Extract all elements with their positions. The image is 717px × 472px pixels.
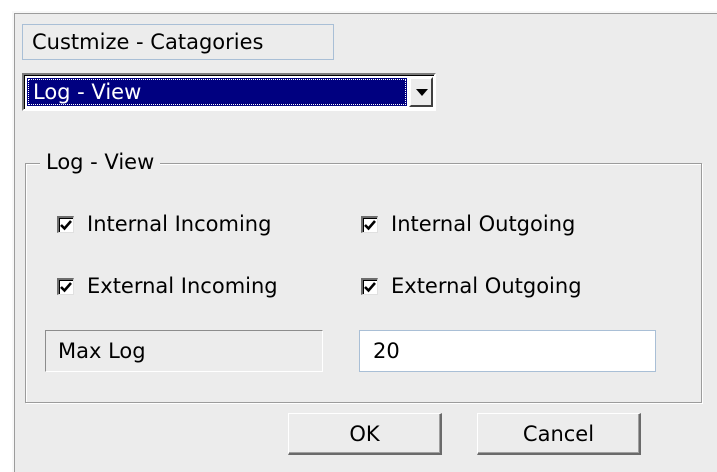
checkmark-icon [364, 281, 376, 292]
checkbox-label: External Incoming [87, 274, 278, 298]
cancel-button[interactable]: Cancel [477, 413, 641, 455]
checkbox-box[interactable] [57, 215, 74, 233]
dropdown-button[interactable] [409, 77, 433, 107]
checkmark-icon [60, 219, 72, 230]
max-log-label: Max Log [45, 330, 323, 372]
internal-incoming-checkbox[interactable]: Internal Incoming [57, 212, 271, 236]
dialog-title: Custmize - Catagories [22, 24, 334, 60]
checkbox-label: Internal Incoming [87, 212, 272, 236]
category-select[interactable]: Log - View [22, 73, 436, 111]
checkbox-label: External Outgoing [391, 274, 582, 298]
chevron-down-icon [416, 89, 428, 96]
external-outgoing-checkbox[interactable]: External Outgoing [361, 274, 582, 298]
checkmark-icon [364, 219, 376, 230]
checkmark-icon [60, 281, 72, 292]
group-legend: Log - View [40, 148, 161, 176]
checkbox-box[interactable] [361, 215, 378, 233]
external-incoming-checkbox[interactable]: External Incoming [57, 274, 278, 298]
checkbox-box[interactable] [361, 277, 378, 295]
max-log-input[interactable] [359, 330, 656, 372]
category-select-value[interactable]: Log - View [27, 78, 407, 106]
checkbox-box[interactable] [57, 277, 74, 295]
checkbox-label: Internal Outgoing [391, 212, 576, 236]
ok-button[interactable]: OK [288, 413, 442, 455]
internal-outgoing-checkbox[interactable]: Internal Outgoing [361, 212, 575, 236]
